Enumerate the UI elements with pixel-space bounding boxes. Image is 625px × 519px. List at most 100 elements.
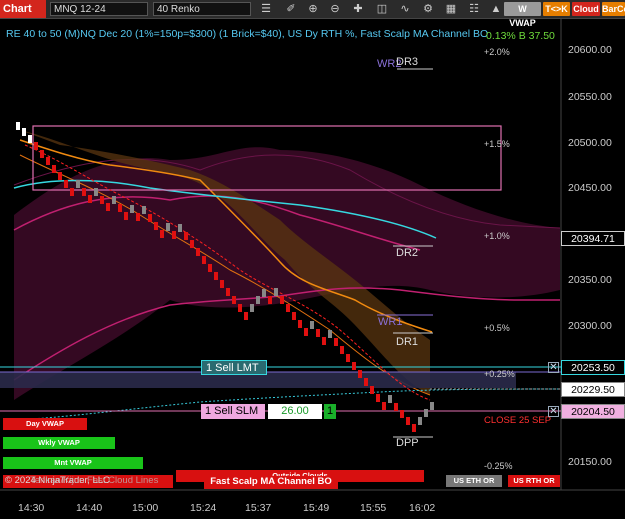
renko-brick xyxy=(202,256,206,264)
time-axis-label: 15:37 xyxy=(245,502,272,514)
renko-brick xyxy=(382,402,386,410)
renko-brick xyxy=(430,402,434,410)
renko-brick xyxy=(226,288,230,296)
renko-brick xyxy=(316,329,320,337)
cancel-sell-slm-icon[interactable]: ✕ xyxy=(548,406,559,417)
renko-brick xyxy=(244,312,248,320)
renko-brick xyxy=(304,328,308,336)
renko-brick xyxy=(352,362,356,370)
renko-brick xyxy=(34,142,38,150)
pct-label: +0.5% xyxy=(484,323,510,333)
renko-brick xyxy=(238,304,242,312)
renko-brick xyxy=(184,232,188,240)
renko-brick xyxy=(118,204,122,212)
renko-brick xyxy=(250,304,254,312)
renko-brick xyxy=(172,231,176,239)
price-axis-label: 20600.00 xyxy=(568,44,612,56)
mnt-vwap-button[interactable]: Mnt VWAP xyxy=(3,457,143,469)
fast-scalp-button[interactable]: Fast Scalp MA Channel BO xyxy=(204,476,338,489)
renko-brick xyxy=(178,224,182,232)
renko-brick xyxy=(268,296,272,304)
price-axis-label: 20350.00 xyxy=(568,274,612,286)
sell-lmt-order[interactable]: 1 Sell LMT xyxy=(201,360,267,375)
day-vwap-button[interactable]: Day VWAP xyxy=(3,418,87,430)
dr2-label: DR2 xyxy=(396,247,419,259)
price-axis-label: 20500.00 xyxy=(568,137,612,149)
renko-brick xyxy=(136,213,140,221)
time-axis-label: 15:24 xyxy=(190,502,217,514)
renko-brick xyxy=(160,230,164,238)
renko-brick xyxy=(190,240,194,248)
renko-brick xyxy=(364,378,368,386)
pct-label: +2.0% xyxy=(484,47,510,57)
renko-brick xyxy=(82,188,86,196)
renko-brick xyxy=(148,214,152,222)
renko-brick xyxy=(94,188,98,196)
renko-brick xyxy=(232,296,236,304)
renko-brick xyxy=(292,312,296,320)
renko-brick xyxy=(70,188,74,196)
renko-brick xyxy=(274,288,278,296)
renko-brick xyxy=(40,150,44,158)
renko-brick xyxy=(112,196,116,204)
renko-brick xyxy=(340,346,344,354)
renko-brick xyxy=(208,264,212,272)
renko-brick xyxy=(58,172,62,180)
renko-brick xyxy=(52,165,56,173)
renko-brick xyxy=(310,321,314,329)
renko-brick xyxy=(106,203,110,211)
pct-label: +0.25% xyxy=(484,369,515,379)
time-axis-label: 16:02 xyxy=(409,502,436,514)
cloud-band xyxy=(14,147,560,400)
pct-label: +1.5% xyxy=(484,139,510,149)
sell-lmt-price-tag: 20253.50 xyxy=(561,360,625,375)
price-axis-label: 20300.00 xyxy=(568,320,612,332)
dr3-label: DR3 xyxy=(396,56,419,68)
pct-label: +1.0% xyxy=(484,231,510,241)
renko-brick xyxy=(28,135,32,143)
us-eth-or-button[interactable]: US ETH OR xyxy=(446,475,502,487)
renko-brick xyxy=(418,417,422,425)
renko-brick xyxy=(406,417,410,425)
wr1-label: WR1 xyxy=(378,316,403,328)
last-price-tag: 20394.71 xyxy=(561,231,625,246)
renko-brick xyxy=(196,248,200,256)
renko-brick xyxy=(256,296,260,304)
dpp-label: DPP xyxy=(396,437,419,449)
renko-brick xyxy=(388,395,392,403)
price-axis-label: 20550.00 xyxy=(568,91,612,103)
renko-brick xyxy=(46,157,50,165)
time-axis-label: 15:00 xyxy=(132,502,159,514)
renko-brick xyxy=(424,409,428,417)
renko-brick xyxy=(220,280,224,288)
renko-brick xyxy=(394,403,398,411)
renko-brick xyxy=(154,222,158,230)
renko-brick xyxy=(334,338,338,346)
renko-brick xyxy=(166,223,170,231)
renko-brick xyxy=(328,330,332,338)
sell-slm-price-tag: 20204.50 xyxy=(561,404,625,419)
time-axis-label: 15:49 xyxy=(303,502,330,514)
renko-brick xyxy=(130,205,134,213)
sell-slm-order[interactable]: 1 Sell SLM xyxy=(201,404,265,419)
us-rth-or-button[interactable]: US RTH OR xyxy=(508,475,560,487)
current-price-tag: 20229.50 xyxy=(561,382,625,397)
renko-brick xyxy=(64,180,68,188)
tenkan-label: Tenkan/Kijun Fast Cloud Lines xyxy=(30,475,159,486)
price-axis-label: 20150.00 xyxy=(568,456,612,468)
close-label: CLOSE 25 SEP xyxy=(484,415,552,426)
renko-brick xyxy=(400,410,404,418)
wkly-vwap-button[interactable]: Wkly VWAP xyxy=(3,437,115,449)
cancel-sell-lmt-icon[interactable]: ✕ xyxy=(548,362,559,373)
renko-brick xyxy=(124,212,128,220)
pnl-box: 26.00 xyxy=(268,404,322,419)
dr1-label: DR1 xyxy=(396,336,419,348)
chart-title: RE 40 to 50 (M)NQ Dec 20 (1%=150p=$300) … xyxy=(6,28,489,40)
renko-brick xyxy=(16,122,20,130)
order-qty[interactable]: 1 xyxy=(324,404,336,419)
renko-brick xyxy=(298,320,302,328)
time-axis-label: 15:55 xyxy=(360,502,387,514)
time-axis-label: 14:30 xyxy=(18,502,45,514)
renko-brick xyxy=(100,196,104,204)
renko-brick xyxy=(76,180,80,188)
